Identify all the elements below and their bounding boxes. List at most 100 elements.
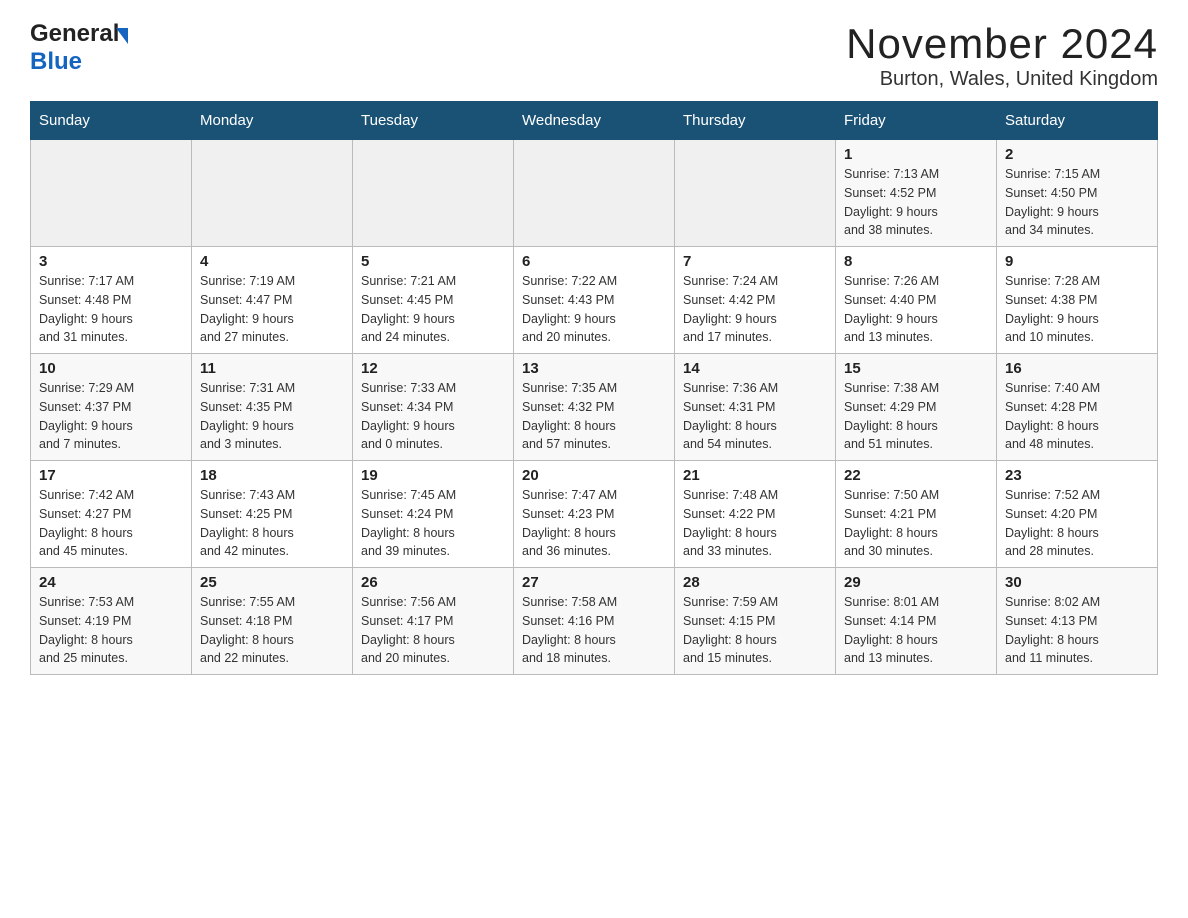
day-info: Sunrise: 7:52 AM Sunset: 4:20 PM Dayligh… [1005,486,1149,561]
calendar-cell: 20 Sunrise: 7:47 AM Sunset: 4:23 PM Dayli… [514,461,675,568]
calendar-cell [353,140,514,247]
day-number: 10 [39,360,183,377]
calendar-cell: 29 Sunrise: 8:01 AM Sunset: 4:14 PM Dayli… [836,568,997,675]
day-number: 28 [683,574,827,591]
calendar-cell: 26Sunrise: 7:56 AM Sunset: 4:17 PM Dayli… [353,568,514,675]
logo-arrow-icon [116,28,128,44]
day-info: Sunrise: 7:47 AM Sunset: 4:23 PM Dayligh… [522,486,666,561]
calendar-cell: 14 Sunrise: 7:36 AM Sunset: 4:31 PM Dayli… [675,354,836,461]
page-header: General Blue November 2024 Burton, Wales… [30,20,1158,91]
day-number: 21 [683,467,827,484]
calendar-header-saturday: Saturday [997,102,1158,140]
logo-general-text: General [30,20,119,48]
logo-blue-text: Blue [30,48,82,75]
day-info: Sunrise: 7:53 AM Sunset: 4:19 PM Dayligh… [39,593,183,668]
calendar-week-row: 17Sunrise: 7:42 AM Sunset: 4:27 PM Dayli… [31,461,1158,568]
day-number: 20 [522,467,666,484]
calendar-cell: 4Sunrise: 7:19 AM Sunset: 4:47 PM Daylig… [192,247,353,354]
day-number: 5 [361,253,505,270]
calendar-cell: 3 Sunrise: 7:17 AM Sunset: 4:48 PM Daylig… [31,247,192,354]
day-number: 27 [522,574,666,591]
calendar-cell: 22Sunrise: 7:50 AM Sunset: 4:21 PM Dayli… [836,461,997,568]
day-number: 16 [1005,360,1149,377]
day-info: Sunrise: 8:01 AM Sunset: 4:14 PM Dayligh… [844,593,988,668]
day-number: 1 [844,146,988,163]
calendar-cell: 11 Sunrise: 7:31 AM Sunset: 4:35 PM Dayli… [192,354,353,461]
calendar-header-thursday: Thursday [675,102,836,140]
day-number: 22 [844,467,988,484]
title-area: November 2024 Burton, Wales, United King… [846,20,1158,91]
day-number: 13 [522,360,666,377]
day-number: 23 [1005,467,1149,484]
calendar-cell [192,140,353,247]
day-info: Sunrise: 7:35 AM Sunset: 4:32 PM Dayligh… [522,379,666,454]
calendar-cell [675,140,836,247]
day-info: Sunrise: 7:15 AM Sunset: 4:50 PM Dayligh… [1005,165,1149,240]
day-info: Sunrise: 7:29 AM Sunset: 4:37 PM Dayligh… [39,379,183,454]
calendar-header-monday: Monday [192,102,353,140]
calendar-cell [31,140,192,247]
day-info: Sunrise: 7:55 AM Sunset: 4:18 PM Dayligh… [200,593,344,668]
day-number: 6 [522,253,666,270]
calendar-week-row: 1Sunrise: 7:13 AM Sunset: 4:52 PM Daylig… [31,140,1158,247]
calendar-cell: 19 Sunrise: 7:45 AM Sunset: 4:24 PM Dayli… [353,461,514,568]
logo: General Blue [30,20,128,76]
calendar-cell: 7 Sunrise: 7:24 AM Sunset: 4:42 PM Daylig… [675,247,836,354]
day-number: 8 [844,253,988,270]
day-number: 19 [361,467,505,484]
calendar-cell [514,140,675,247]
calendar-cell: 1Sunrise: 7:13 AM Sunset: 4:52 PM Daylig… [836,140,997,247]
calendar-cell: 18 Sunrise: 7:43 AM Sunset: 4:25 PM Dayli… [192,461,353,568]
day-info: Sunrise: 7:58 AM Sunset: 4:16 PM Dayligh… [522,593,666,668]
day-info: Sunrise: 7:45 AM Sunset: 4:24 PM Dayligh… [361,486,505,561]
calendar-subtitle: Burton, Wales, United Kingdom [846,68,1158,91]
day-info: Sunrise: 7:48 AM Sunset: 4:22 PM Dayligh… [683,486,827,561]
day-number: 7 [683,253,827,270]
day-info: Sunrise: 7:24 AM Sunset: 4:42 PM Dayligh… [683,272,827,347]
day-number: 18 [200,467,344,484]
calendar-week-row: 3 Sunrise: 7:17 AM Sunset: 4:48 PM Daylig… [31,247,1158,354]
calendar-week-row: 10 Sunrise: 7:29 AM Sunset: 4:37 PM Dayli… [31,354,1158,461]
calendar-week-row: 24 Sunrise: 7:53 AM Sunset: 4:19 PM Dayli… [31,568,1158,675]
day-number: 29 [844,574,988,591]
calendar-cell: 30Sunrise: 8:02 AM Sunset: 4:13 PM Dayli… [997,568,1158,675]
day-info: Sunrise: 7:19 AM Sunset: 4:47 PM Dayligh… [200,272,344,347]
day-info: Sunrise: 7:42 AM Sunset: 4:27 PM Dayligh… [39,486,183,561]
day-number: 11 [200,360,344,377]
day-info: Sunrise: 7:21 AM Sunset: 4:45 PM Dayligh… [361,272,505,347]
calendar-header-sunday: Sunday [31,102,192,140]
day-number: 14 [683,360,827,377]
day-number: 9 [1005,253,1149,270]
day-number: 3 [39,253,183,270]
calendar-cell: 24 Sunrise: 7:53 AM Sunset: 4:19 PM Dayli… [31,568,192,675]
day-info: Sunrise: 7:31 AM Sunset: 4:35 PM Dayligh… [200,379,344,454]
calendar-cell: 21 Sunrise: 7:48 AM Sunset: 4:22 PM Dayli… [675,461,836,568]
calendar-cell: 13 Sunrise: 7:35 AM Sunset: 4:32 PM Dayli… [514,354,675,461]
day-info: Sunrise: 7:43 AM Sunset: 4:25 PM Dayligh… [200,486,344,561]
calendar-cell: 25Sunrise: 7:55 AM Sunset: 4:18 PM Dayli… [192,568,353,675]
calendar-header-tuesday: Tuesday [353,102,514,140]
calendar-header-friday: Friday [836,102,997,140]
calendar-cell: 2 Sunrise: 7:15 AM Sunset: 4:50 PM Daylig… [997,140,1158,247]
day-number: 26 [361,574,505,591]
day-number: 30 [1005,574,1149,591]
calendar-cell: 9 Sunrise: 7:28 AM Sunset: 4:38 PM Daylig… [997,247,1158,354]
day-info: Sunrise: 7:36 AM Sunset: 4:31 PM Dayligh… [683,379,827,454]
calendar-cell: 28 Sunrise: 7:59 AM Sunset: 4:15 PM Dayli… [675,568,836,675]
calendar-cell: 12Sunrise: 7:33 AM Sunset: 4:34 PM Dayli… [353,354,514,461]
day-info: Sunrise: 7:26 AM Sunset: 4:40 PM Dayligh… [844,272,988,347]
calendar-cell: 10 Sunrise: 7:29 AM Sunset: 4:37 PM Dayli… [31,354,192,461]
day-info: Sunrise: 7:28 AM Sunset: 4:38 PM Dayligh… [1005,272,1149,347]
calendar-cell: 5 Sunrise: 7:21 AM Sunset: 4:45 PM Daylig… [353,247,514,354]
day-info: Sunrise: 7:38 AM Sunset: 4:29 PM Dayligh… [844,379,988,454]
calendar-title: November 2024 [846,20,1158,68]
day-info: Sunrise: 7:59 AM Sunset: 4:15 PM Dayligh… [683,593,827,668]
calendar-cell: 8 Sunrise: 7:26 AM Sunset: 4:40 PM Daylig… [836,247,997,354]
day-info: Sunrise: 7:17 AM Sunset: 4:48 PM Dayligh… [39,272,183,347]
day-number: 24 [39,574,183,591]
calendar-table: SundayMondayTuesdayWednesdayThursdayFrid… [30,101,1158,675]
calendar-header-row: SundayMondayTuesdayWednesdayThursdayFrid… [31,102,1158,140]
calendar-cell: 23 Sunrise: 7:52 AM Sunset: 4:20 PM Dayli… [997,461,1158,568]
calendar-cell: 6Sunrise: 7:22 AM Sunset: 4:43 PM Daylig… [514,247,675,354]
day-number: 2 [1005,146,1149,163]
